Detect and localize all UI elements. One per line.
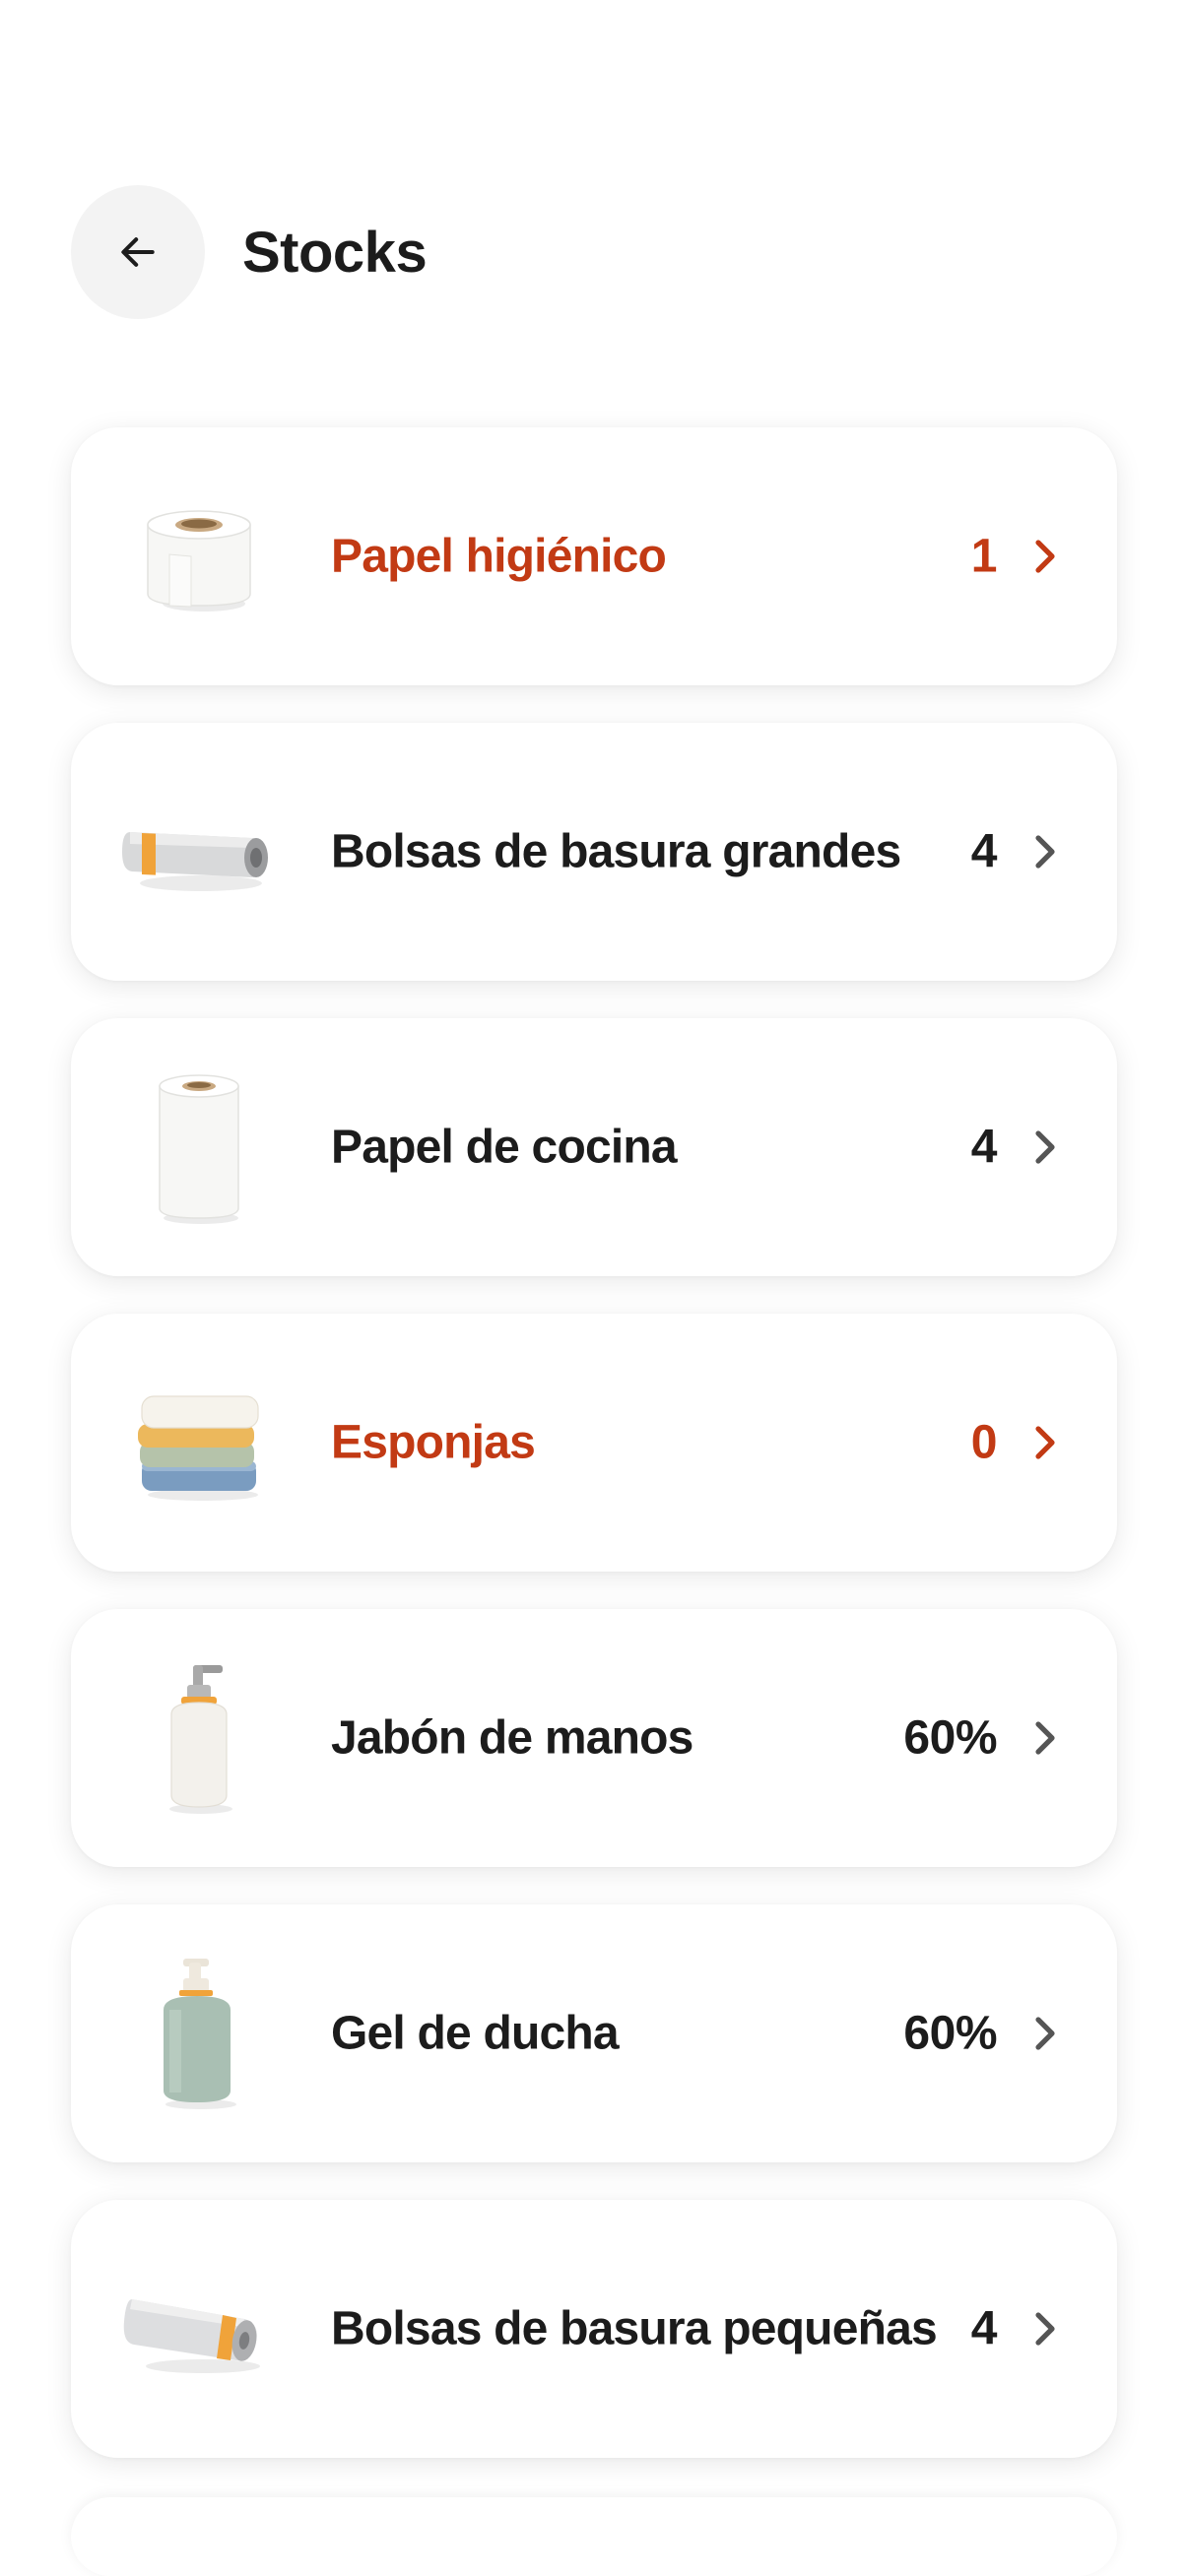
item-name: Esponjas [331, 1416, 536, 1469]
stock-item-papel-higienico[interactable]: Papel higiénico 1 [71, 427, 1117, 685]
item-name: Papel higiénico [331, 530, 667, 583]
stock-list: Papel higiénico 1 Bolsas de basura grand… [71, 427, 1117, 2495]
hand-soap-icon [120, 1659, 278, 1817]
item-quantity: 60% [903, 2007, 997, 2060]
stock-item-gel-ducha[interactable]: Gel de ducha 60% [71, 1904, 1117, 2162]
stock-item-bolsas-grandes[interactable]: Bolsas de basura grandes 4 [71, 723, 1117, 981]
chevron-right-icon [1030, 1127, 1060, 1167]
list-item[interactable] [71, 2497, 1117, 2576]
item-name: Gel de ducha [331, 2007, 620, 2060]
stock-item-papel-cocina[interactable]: Papel de cocina 4 [71, 1018, 1117, 1276]
shower-gel-icon [120, 1955, 278, 2112]
header: Stocks [71, 185, 428, 319]
chevron-right-icon [1030, 1718, 1060, 1758]
chevron-right-icon [1030, 2309, 1060, 2349]
small-trash-bag-roll-icon [120, 2250, 278, 2408]
page-title: Stocks [242, 220, 428, 285]
item-name: Bolsas de basura pequeñas [331, 2302, 938, 2355]
item-quantity: 0 [970, 1416, 998, 1469]
chevron-right-icon [1030, 2014, 1060, 2053]
item-name: Papel de cocina [331, 1121, 678, 1174]
item-quantity: 1 [970, 530, 998, 583]
item-quantity: 60% [903, 1711, 997, 1765]
item-name: Bolsas de basura grandes [331, 825, 901, 878]
arrow-left-icon [121, 237, 155, 267]
stock-item-bolsas-pequenas[interactable]: Bolsas de basura pequeñas 4 [71, 2200, 1117, 2458]
kitchen-paper-icon [120, 1068, 278, 1226]
stock-item-esponjas[interactable]: Esponjas 0 [71, 1314, 1117, 1572]
sponges-icon [120, 1364, 278, 1521]
back-button[interactable] [71, 185, 205, 319]
toilet-paper-icon [120, 478, 278, 635]
chevron-right-icon [1030, 832, 1060, 871]
chevron-right-icon [1030, 1423, 1060, 1462]
stock-item-jabon-manos[interactable]: Jabón de manos 60% [71, 1609, 1117, 1867]
item-quantity: 4 [970, 1121, 998, 1174]
chevron-right-icon [1030, 537, 1060, 576]
item-quantity: 4 [970, 825, 998, 878]
item-quantity: 4 [970, 2302, 998, 2355]
trash-bag-roll-icon [120, 773, 278, 931]
item-name: Jabón de manos [331, 1711, 693, 1765]
